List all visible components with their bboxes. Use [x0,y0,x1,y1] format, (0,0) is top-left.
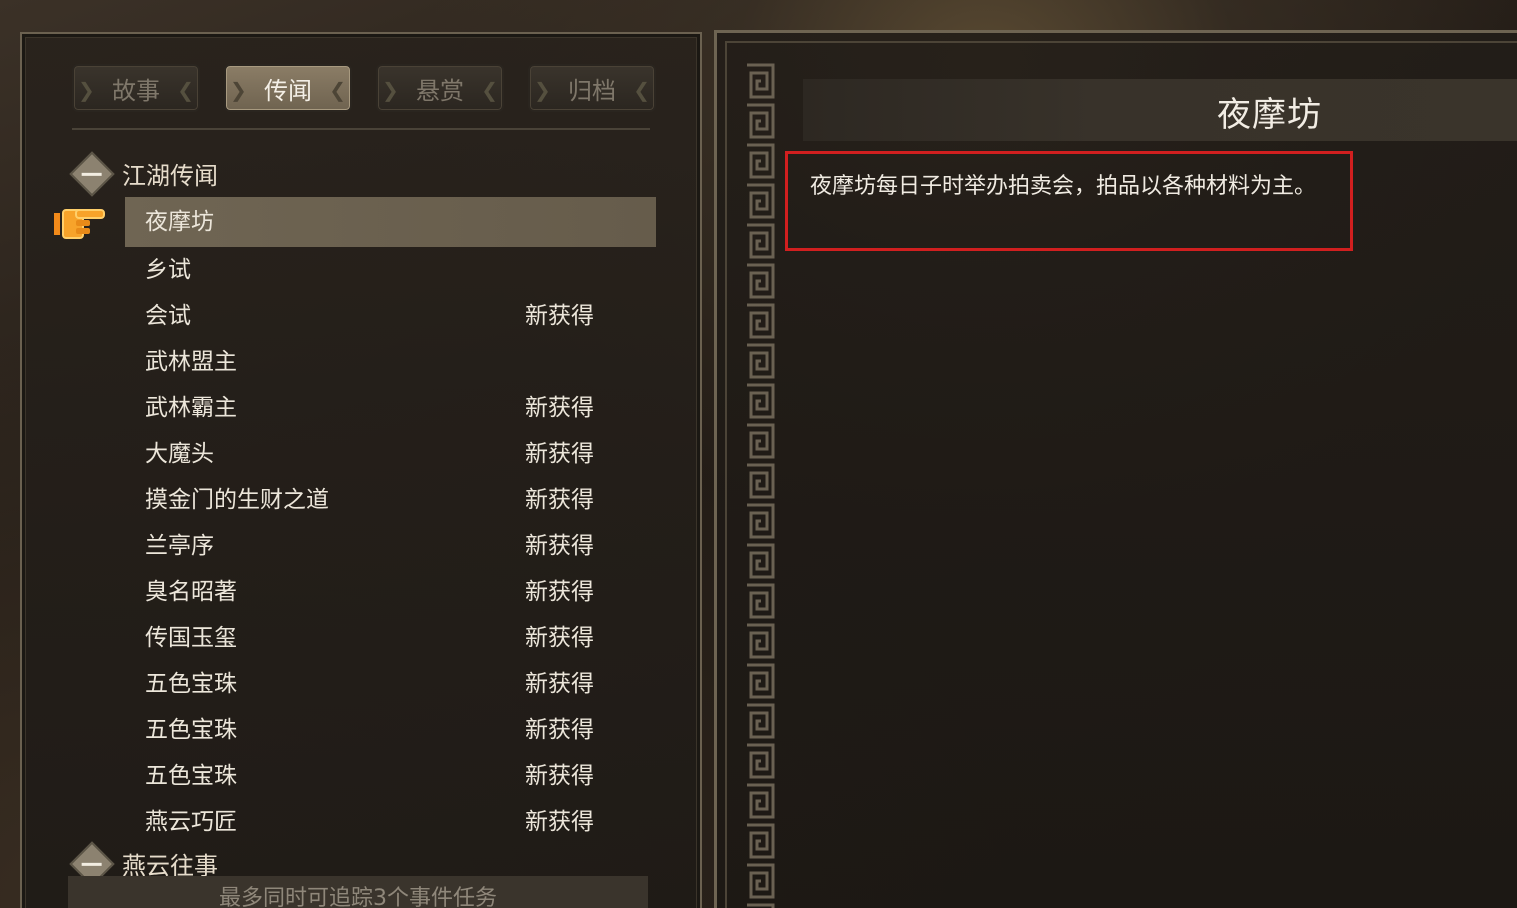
new-badge: 新获得 [525,671,594,697]
list-item[interactable]: 五色宝珠 新获得 [125,753,656,799]
list-item[interactable]: 大魔头 新获得 [125,431,656,477]
item-name: 兰亭序 [145,533,214,559]
item-name: 五色宝珠 [145,717,237,743]
game-screen: ❯ 故事 ❮ ❯ 传闻 ❮ ❯ 悬赏 ❮ ❯ 归档 ❮ 江湖传闻 夜摩坊 乡试 … [0,0,1517,908]
chevron-right-icon: ❮ [481,78,498,102]
new-badge: 新获得 [525,533,594,559]
item-name: 摸金门的生财之道 [145,487,329,513]
item-name: 武林盟主 [145,349,237,375]
detail-title-bar: 夜摩坊 [803,79,1517,141]
chevron-right-icon: ❮ [633,78,650,102]
new-badge: 新获得 [525,303,594,329]
item-name: 五色宝珠 [145,671,237,697]
detail-panel: 夜摩坊 夜摩坊每日子时举办拍卖会，拍品以各种材料为主。 [714,30,1517,908]
new-badge: 新获得 [525,625,594,651]
chevron-left-icon: ❯ [382,78,399,102]
tab-archive[interactable]: ❯ 归档 ❮ [528,64,656,112]
collapse-icon[interactable] [69,150,115,197]
tab-label: 传闻 [264,76,312,105]
item-name: 五色宝珠 [145,763,237,789]
list-item[interactable]: 武林霸主 新获得 [125,385,656,431]
chevron-left-icon: ❯ [230,78,247,102]
item-name: 会试 [145,303,191,329]
list-item[interactable]: 兰亭序 新获得 [125,523,656,569]
rumor-list-panel: ❯ 故事 ❮ ❯ 传闻 ❮ ❯ 悬赏 ❮ ❯ 归档 ❮ 江湖传闻 夜摩坊 乡试 … [20,32,702,908]
divider [72,128,650,130]
chevron-right-icon: ❮ [177,78,194,102]
list-item[interactable]: 五色宝珠 新获得 [125,661,656,707]
new-badge: 新获得 [525,717,594,743]
new-badge: 新获得 [525,579,594,605]
tab-story[interactable]: ❯ 故事 ❮ [72,64,200,112]
detail-description: 夜摩坊每日子时举办拍卖会，拍品以各种材料为主。 [810,174,1317,199]
item-name: 大魔头 [145,441,214,467]
tracking-hint: 最多同时可追踪3个事件任务 [68,876,648,908]
description-highlight: 夜摩坊每日子时举办拍卖会，拍品以各种材料为主。 [785,151,1353,251]
tab-bounty[interactable]: ❯ 悬赏 ❮ [376,64,504,112]
item-name: 武林霸主 [145,395,237,421]
list-item[interactable]: 摸金门的生财之道 新获得 [125,477,656,523]
item-name: 燕云巧匠 [145,809,237,835]
list-item[interactable]: 武林盟主 [125,339,656,385]
tab-label: 归档 [568,76,616,105]
pointing-hand-icon [54,209,105,239]
new-badge: 新获得 [525,395,594,421]
new-badge: 新获得 [525,487,594,513]
item-name: 乡试 [145,257,191,283]
rumor-list: 夜摩坊 乡试 会试 新获得 武林盟主 武林霸主 新获得 大魔头 新获得 摸金门的… [125,197,656,845]
item-name: 臭名昭著 [145,579,237,605]
chevron-left-icon: ❯ [78,78,95,102]
group-header-jianghu[interactable]: 江湖传闻 [69,150,218,197]
new-badge: 新获得 [525,763,594,789]
list-item-selected[interactable]: 夜摩坊 [125,197,656,247]
fret-border-pattern [743,61,777,908]
group-label: 江湖传闻 [122,162,218,190]
list-item[interactable]: 五色宝珠 新获得 [125,707,656,753]
category-tabs: ❯ 故事 ❮ ❯ 传闻 ❮ ❯ 悬赏 ❮ ❯ 归档 ❮ [72,64,656,112]
detail-title: 夜摩坊 [1217,95,1322,135]
tab-rumors[interactable]: ❯ 传闻 ❮ [224,64,352,112]
new-badge: 新获得 [525,809,594,835]
item-name: 夜摩坊 [145,209,214,235]
tab-label: 悬赏 [416,76,464,105]
list-item[interactable]: 乡试 [125,247,656,293]
chevron-right-icon: ❮ [329,78,346,102]
list-item[interactable]: 会试 新获得 [125,293,656,339]
list-item[interactable]: 燕云巧匠 新获得 [125,799,656,845]
chevron-left-icon: ❯ [534,78,551,102]
list-item[interactable]: 传国玉玺 新获得 [125,615,656,661]
tab-label: 故事 [112,76,160,105]
new-badge: 新获得 [525,441,594,467]
list-item[interactable]: 臭名昭著 新获得 [125,569,656,615]
item-name: 传国玉玺 [145,625,237,651]
